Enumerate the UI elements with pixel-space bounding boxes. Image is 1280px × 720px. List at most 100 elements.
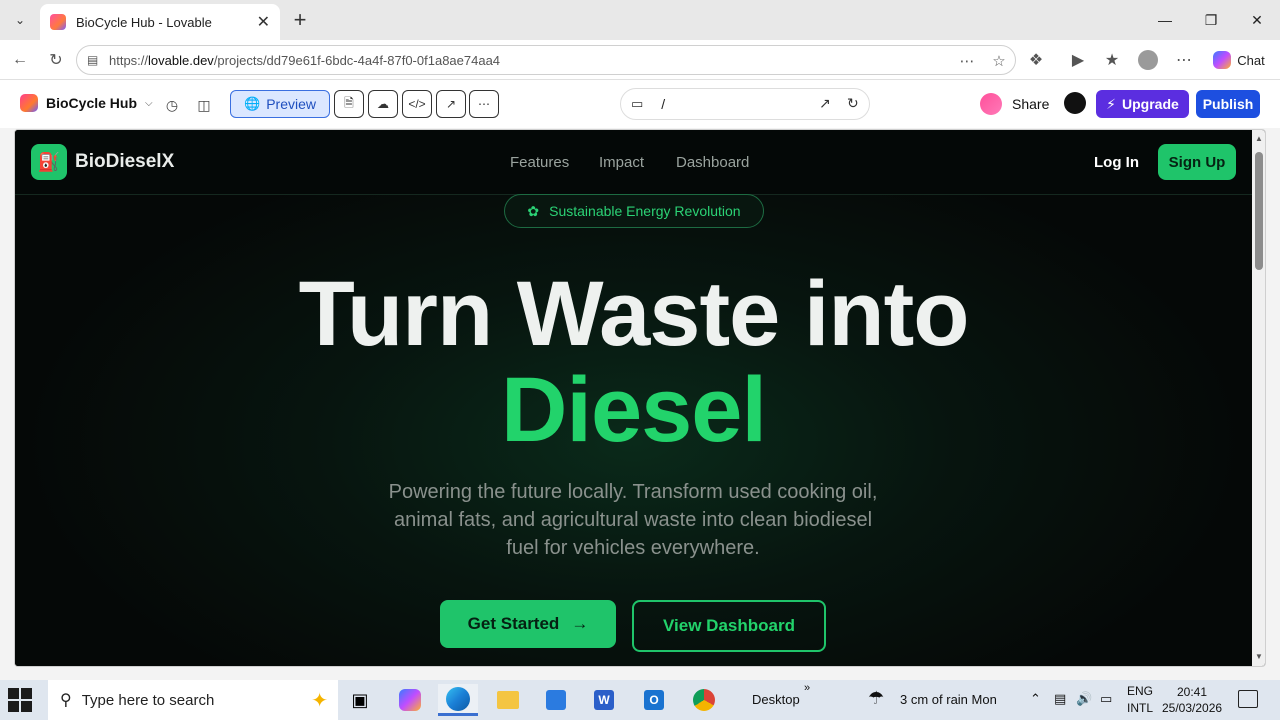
search-placeholder: Type here to search (81, 691, 215, 709)
notification-icon[interactable] (1238, 690, 1258, 708)
project-selector[interactable]: BioCycle Hub ⌵ (20, 94, 153, 112)
user-avatar (980, 93, 1002, 115)
brand-name: BioDieselX (75, 151, 175, 172)
fuel-pump-icon: ⛽ (31, 144, 67, 180)
store-app-icon[interactable] (536, 684, 576, 716)
share-label: Share (1012, 96, 1050, 112)
file-icon[interactable]: 🗎 (334, 90, 364, 118)
clock-time: 20:41 (1176, 685, 1208, 699)
more-options-icon[interactable]: ⋯ (469, 90, 499, 118)
lovable-toolbar: BioCycle Hub ⌵ ◷ ◫ 🌐 Preview 🗎 ☁ </> ↗ ⋯… (0, 80, 1280, 128)
clock-date: 25/03/2026 (1162, 701, 1223, 715)
preview-label: Preview (266, 96, 316, 112)
double-chevron-icon[interactable]: » (804, 682, 810, 694)
signup-button[interactable]: Sign Up (1158, 144, 1236, 180)
favorites-icon[interactable]: ★ (1100, 48, 1124, 72)
media-icon[interactable]: ▶ (1066, 48, 1090, 72)
sidebar-toggle-icon[interactable]: ◫ (191, 92, 217, 118)
copilot-icon (1213, 51, 1232, 69)
windows-taskbar: ⚲ Type here to search ✦ ▣ W O Desktop » … (0, 680, 1280, 720)
edge-app-icon[interactable] (438, 684, 478, 716)
weather-text[interactable]: 3 cm of rain Mon (900, 692, 997, 707)
cloud-icon[interactable]: ☁ (368, 90, 398, 118)
lightning-icon: ⚡ (1106, 95, 1117, 112)
tagline-pill: ✿ Sustainable Energy Revolution (504, 194, 764, 228)
new-tab-button[interactable]: + (288, 7, 312, 32)
headline-line-1: Turn Waste into (298, 263, 970, 365)
network-icon[interactable]: ▤ (1054, 691, 1066, 707)
share-button[interactable]: Share (980, 90, 1049, 118)
copilot-app-icon[interactable] (390, 684, 430, 716)
site-info-icon[interactable]: ▤ (87, 53, 101, 67)
headline-line-2: Diesel (500, 359, 767, 461)
chrome-app-icon[interactable] (684, 684, 724, 716)
restore-button[interactable]: ❐ (1188, 0, 1234, 40)
preview-frame: ⛽ BioDieselX Features Impact Dashboard L… (14, 129, 1266, 667)
tab-list-button[interactable]: ⌄ (6, 6, 34, 34)
nav-link-impact[interactable]: Impact (599, 154, 644, 171)
search-icon: ⚲ (60, 692, 72, 709)
close-window-button[interactable]: ✕ (1234, 0, 1280, 40)
copilot-chat-button[interactable]: Chat (1206, 46, 1272, 74)
desktop-toolbar-label[interactable]: Desktop (752, 692, 800, 707)
preview-scrollbar[interactable]: ▲ ▼ (1252, 130, 1265, 666)
close-tab-icon[interactable]: ✕ (257, 12, 270, 32)
outlook-app-icon[interactable]: O (634, 684, 674, 716)
history-icon[interactable]: ◷ (159, 92, 185, 118)
get-started-button[interactable]: Get Started → (440, 600, 616, 648)
hero-subtitle: Powering the future locally. Transform u… (388, 481, 878, 559)
scrollbar-thumb[interactable] (1255, 152, 1263, 270)
language-line-1[interactable]: ENG (1127, 684, 1153, 698)
arrow-right-icon: → (571, 614, 589, 633)
address-bar[interactable]: ▤ https://lovable.dev/projects/dd79e61f-… (76, 45, 1016, 75)
lovable-logo-icon (20, 94, 38, 112)
globe-icon: 🌐 (244, 96, 261, 111)
github-icon[interactable] (1064, 92, 1086, 114)
refresh-button[interactable]: ↻ (44, 48, 68, 72)
lovable-favicon-icon (50, 14, 66, 30)
upgrade-label: Upgrade (1122, 96, 1179, 112)
scroll-down-icon[interactable]: ▼ (1255, 652, 1263, 661)
browser-tab[interactable]: BioCycle Hub - Lovable ✕ (40, 4, 280, 40)
scroll-up-icon[interactable]: ▲ (1255, 134, 1263, 143)
nav-link-features[interactable]: Features (510, 154, 569, 171)
browser-tabstrip: ⌄ BioCycle Hub - Lovable ✕ + — ❐ ✕ (0, 0, 1280, 40)
system-clock[interactable]: 20:41 25/03/2026 (1162, 684, 1222, 716)
sparkle-icon: ✦ (311, 690, 328, 712)
open-external-icon[interactable]: ↗ (819, 95, 831, 112)
tagline-text: Sustainable Energy Revolution (549, 203, 741, 219)
back-button[interactable]: ← (8, 48, 32, 72)
battery-icon[interactable]: ▭ (1100, 691, 1112, 707)
code-icon[interactable]: </> (402, 90, 432, 118)
url-text: https://lovable.dev/projects/dd79e61f-6b… (109, 52, 501, 68)
tray-overflow-icon[interactable]: ⌃ (1030, 691, 1041, 707)
analytics-icon[interactable]: ↗ (436, 90, 466, 118)
preview-button[interactable]: 🌐 Preview (230, 90, 330, 118)
more-menu-icon[interactable]: ⋯ (1172, 48, 1196, 72)
word-app-icon[interactable]: W (584, 684, 624, 716)
file-explorer-icon[interactable] (488, 684, 528, 716)
windows-start-icon[interactable] (8, 688, 32, 712)
login-link[interactable]: Log In (1094, 154, 1139, 171)
volume-icon[interactable]: 🔊 (1076, 691, 1092, 707)
language-line-2[interactable]: INTL (1127, 701, 1153, 715)
favorite-star-icon[interactable]: ☆ (989, 51, 1009, 71)
profile-avatar-icon[interactable] (1136, 48, 1160, 72)
route-bar[interactable]: ▭ / ↗ ↻ (620, 88, 870, 120)
read-aloud-icon[interactable]: ⋯ (957, 51, 977, 71)
taskbar-search[interactable]: ⚲ Type here to search ✦ (48, 680, 338, 720)
route-path: / (661, 96, 666, 112)
reload-preview-icon[interactable]: ↻ (847, 95, 859, 112)
site-hero: ⛽ BioDieselX Features Impact Dashboard L… (15, 130, 1252, 666)
rain-weather-icon: ☂ (868, 688, 885, 708)
upgrade-button[interactable]: ⚡ Upgrade (1096, 90, 1189, 118)
nav-link-dashboard[interactable]: Dashboard (676, 154, 749, 171)
minimize-button[interactable]: — (1142, 0, 1188, 40)
site-logo[interactable]: ⛽ BioDieselX (31, 144, 174, 180)
project-name: BioCycle Hub (46, 95, 138, 111)
view-dashboard-button[interactable]: View Dashboard (632, 600, 826, 652)
publish-button[interactable]: Publish (1196, 90, 1260, 118)
device-icon[interactable]: ▭ (631, 96, 643, 112)
extensions-icon[interactable]: ❖ (1024, 48, 1048, 72)
task-view-icon[interactable]: ▣ (340, 684, 380, 716)
